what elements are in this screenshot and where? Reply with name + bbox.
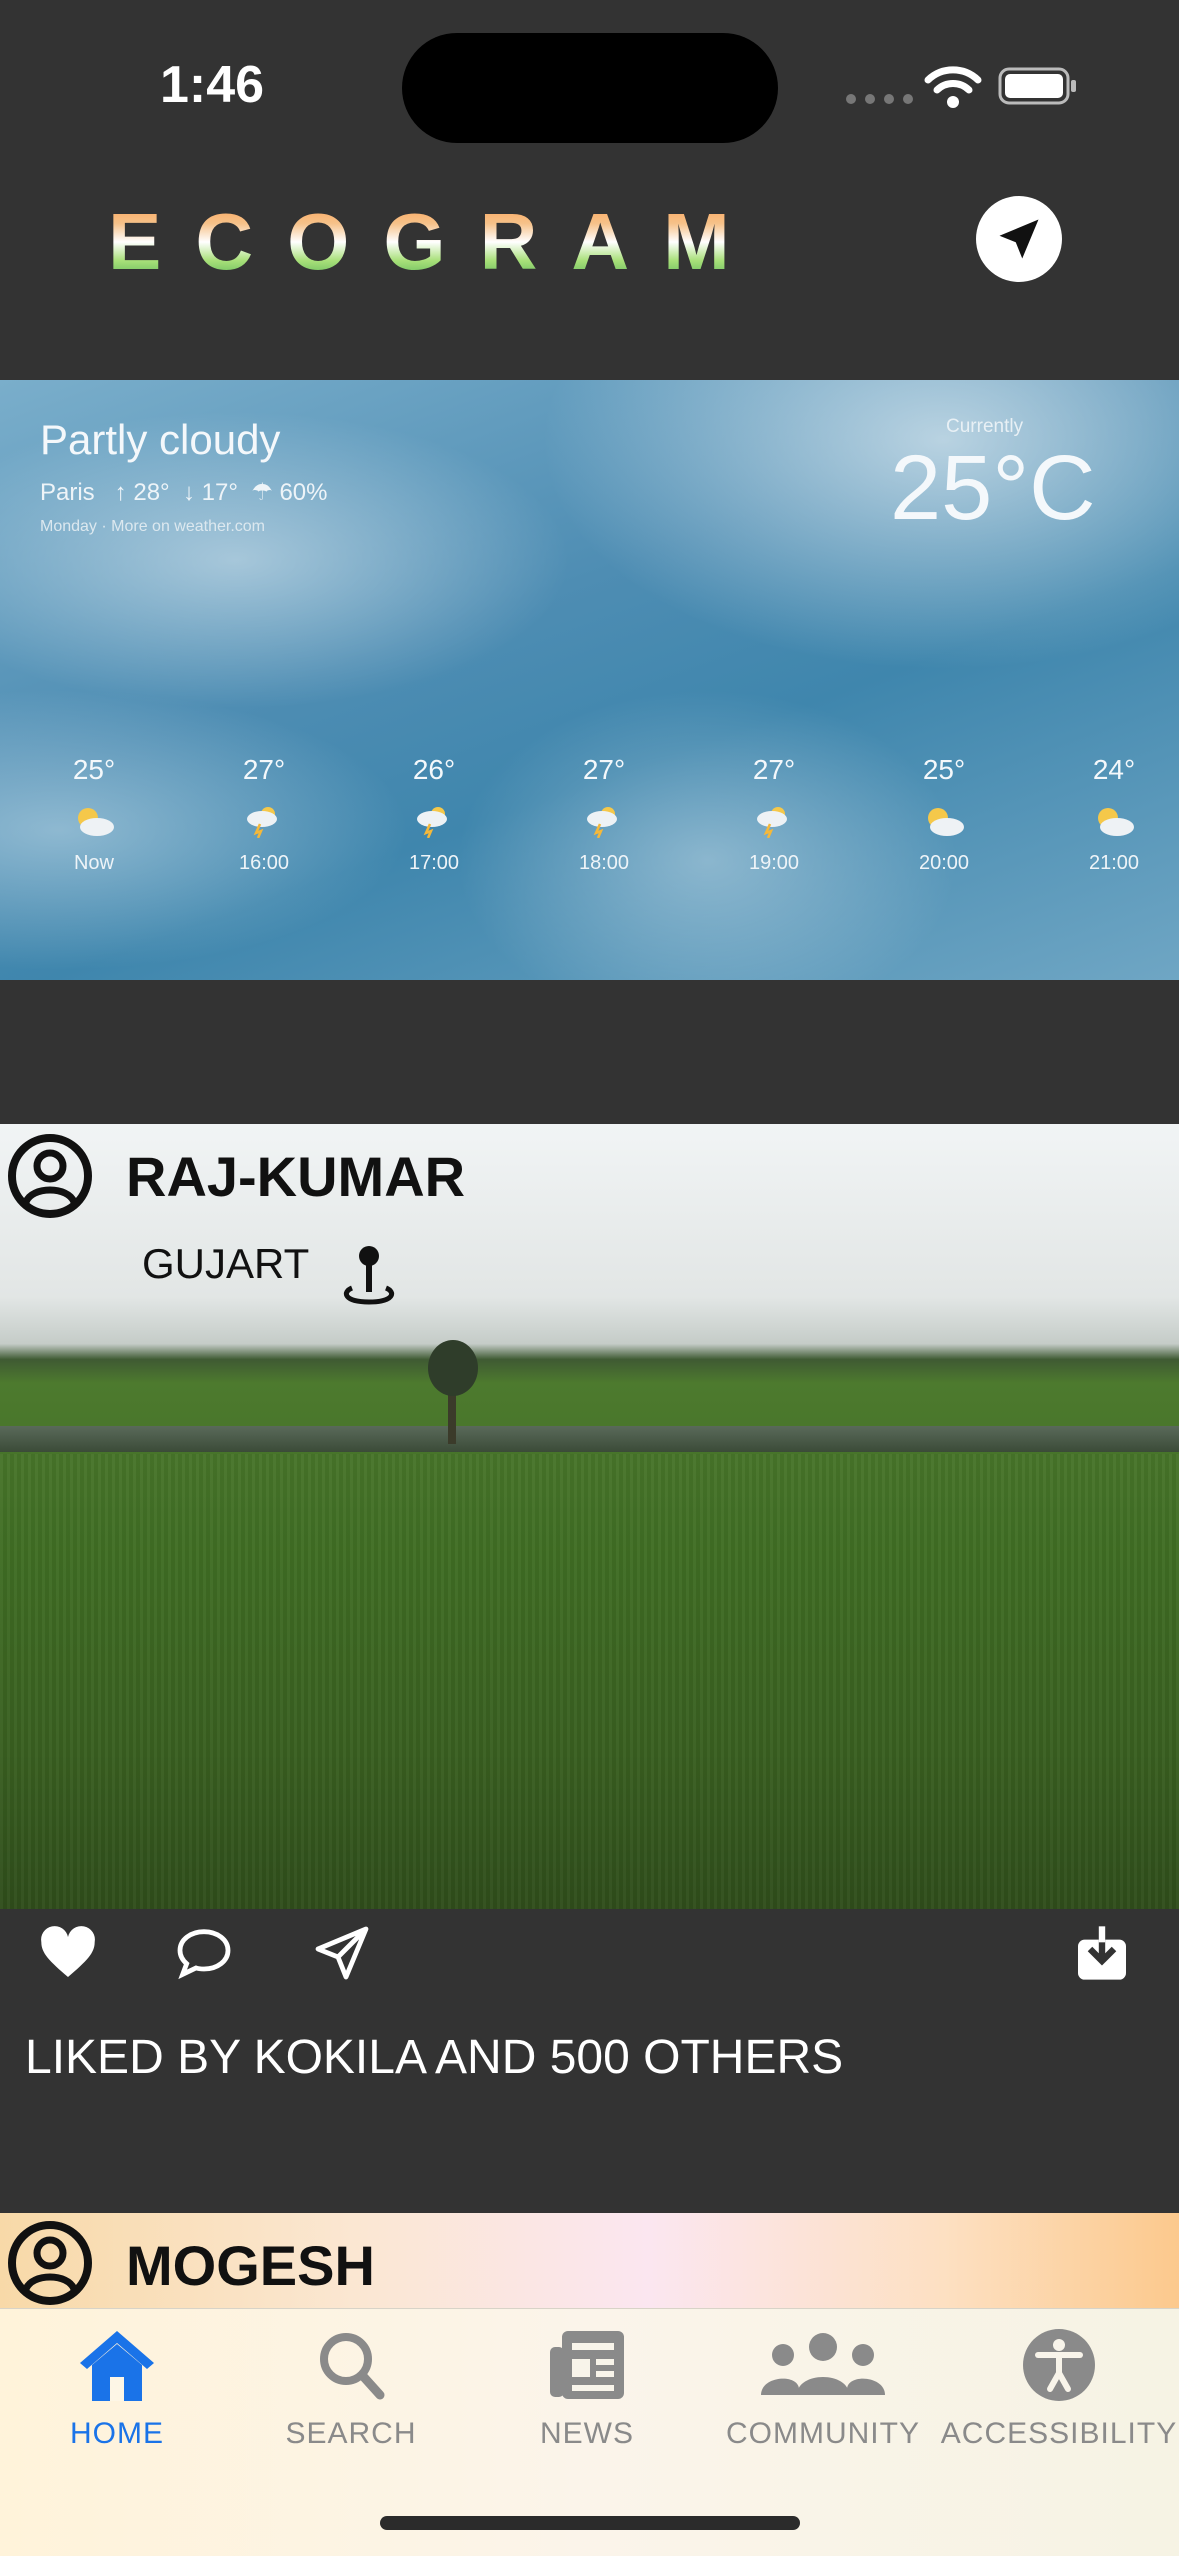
post-actions xyxy=(0,1909,1179,2009)
like-heart-icon[interactable] xyxy=(36,1921,100,1985)
partly-sunny-icon xyxy=(78,808,114,836)
hourly-time: 21:00 xyxy=(1088,852,1140,874)
hourly-temp: 27° xyxy=(752,754,796,785)
home-icon xyxy=(80,2331,154,2401)
status-time: 1:46 xyxy=(160,56,265,114)
post-location: GUJART xyxy=(142,1240,310,1287)
post-card[interactable]: RAJ-KUMAR GUJART xyxy=(0,1124,1179,1909)
hourly-time: 18:00 xyxy=(578,852,630,874)
hourly-time: 16:00 xyxy=(238,852,290,874)
likes-text[interactable]: LIKED BY KOKILA AND 500 OTHERS xyxy=(25,2030,843,2085)
hourly-item: 27° 16:00 xyxy=(214,754,314,875)
hourly-item: 27° 18:00 xyxy=(554,754,654,875)
thunder-cloud-icon xyxy=(247,807,277,838)
hourly-temp: 26° xyxy=(412,754,456,785)
hourly-temp: 27° xyxy=(242,754,286,785)
partly-sunny-icon xyxy=(1098,808,1134,836)
accessibility-icon xyxy=(1023,2329,1095,2401)
weather-source: Monday · More on weather.com xyxy=(40,518,265,535)
hourly-time: 17:00 xyxy=(408,852,460,874)
post-image-field xyxy=(0,1454,1179,1909)
hourly-forecast: 25° Now 27° 16:00 26° 17:00 27° 18:00 27… xyxy=(44,754,1164,875)
hourly-item: 26° 17:00 xyxy=(384,754,484,875)
community-icon xyxy=(761,2333,885,2395)
hourly-time: 19:00 xyxy=(748,852,800,874)
battery-icon xyxy=(998,67,1076,105)
tab-accessibility-label: ACCESSIBILITY xyxy=(940,2417,1178,2450)
comment-icon[interactable] xyxy=(172,1921,236,1985)
hourly-item: 25° Now xyxy=(44,754,144,875)
home-indicator xyxy=(380,2516,800,2530)
hourly-item: 25° 20:00 xyxy=(894,754,994,875)
post-card[interactable]: MOGESH xyxy=(0,2213,1179,2313)
post-username[interactable]: RAJ-KUMAR xyxy=(126,1144,465,1209)
paper-plane-icon xyxy=(999,219,1039,259)
weather-condition: Partly cloudy xyxy=(40,416,281,463)
status-bar: 1:46 xyxy=(0,0,1179,170)
share-icon[interactable] xyxy=(310,1921,374,1985)
app-title: ECOGRAM xyxy=(108,197,764,286)
thunder-cloud-icon xyxy=(417,807,447,838)
tab-home[interactable]: HOME xyxy=(2,2325,232,2451)
post-image-tree-crown xyxy=(428,1340,478,1396)
tab-search-label: SEARCH xyxy=(285,2417,417,2450)
post-username[interactable]: MOGESH xyxy=(126,2233,375,2298)
send-message-button[interactable] xyxy=(976,196,1062,282)
hourly-item: 24° 21:00 xyxy=(1064,754,1164,875)
partly-sunny-icon xyxy=(928,808,964,836)
tab-community-label: COMMUNITY xyxy=(726,2417,920,2450)
tab-accessibility[interactable]: ACCESSIBILITY xyxy=(940,2325,1178,2451)
tab-search[interactable]: SEARCH xyxy=(236,2325,466,2451)
user-avatar-icon[interactable] xyxy=(6,1132,94,1220)
hourly-item: 27° 19:00 xyxy=(724,754,824,875)
dynamic-island xyxy=(402,33,778,143)
location-pin-icon xyxy=(343,1246,395,1305)
hourly-temp: 27° xyxy=(582,754,626,785)
weather-temperature: 25°C xyxy=(890,437,1096,539)
weather-card[interactable]: Partly cloudy Paris ↑ 28° ↓ 17° ☂ 60% Mo… xyxy=(0,380,1179,980)
hourly-temp: 24° xyxy=(1092,754,1136,785)
post-image-treeline xyxy=(0,1426,1179,1452)
hourly-temp: 25° xyxy=(72,754,116,785)
search-icon xyxy=(320,2333,385,2400)
hourly-time: Now xyxy=(73,852,114,874)
tab-news[interactable]: NEWS xyxy=(472,2325,702,2451)
user-avatar-icon[interactable] xyxy=(6,2219,94,2307)
weather-currently-label: Currently xyxy=(946,416,1024,437)
hourly-temp: 25° xyxy=(922,754,966,785)
tab-community[interactable]: COMMUNITY xyxy=(708,2325,938,2451)
download-icon[interactable] xyxy=(1070,1921,1134,1985)
cellular-signal-icon xyxy=(846,94,913,104)
thunder-cloud-icon xyxy=(587,807,617,838)
newspaper-icon xyxy=(550,2331,624,2399)
tab-news-label: NEWS xyxy=(540,2417,634,2450)
tab-home-label: HOME xyxy=(70,2417,164,2450)
weather-meta: Paris ↑ 28° ↓ 17° ☂ 60% xyxy=(40,479,328,506)
hourly-time: 20:00 xyxy=(918,852,970,874)
wifi-icon xyxy=(924,66,982,108)
thunder-cloud-icon xyxy=(757,807,787,838)
